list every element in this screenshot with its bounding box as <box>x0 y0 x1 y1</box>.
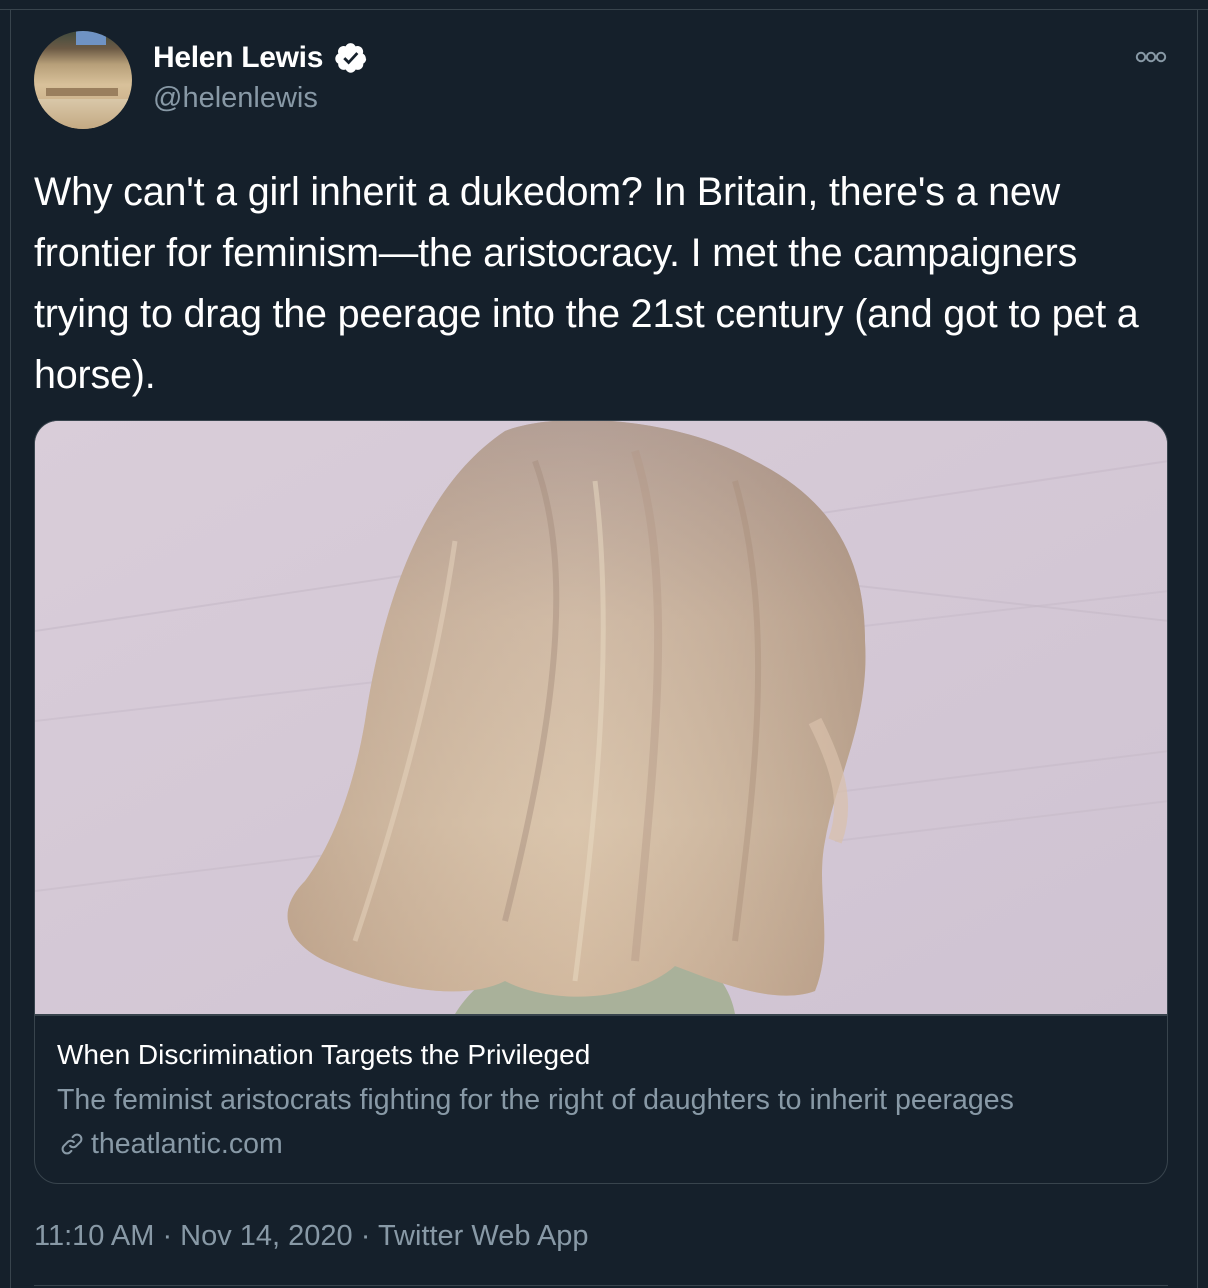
card-domain[interactable]: theatlantic.com <box>57 1127 283 1161</box>
author-name[interactable]: Helen Lewis <box>153 40 323 76</box>
card-image[interactable] <box>35 421 1167 1014</box>
card-title[interactable]: When Discrimination Targets the Privileg… <box>57 1038 590 1072</box>
meta-separator: · <box>154 1220 181 1252</box>
link-icon <box>61 1133 83 1155</box>
more-options-icon[interactable] <box>1130 42 1172 72</box>
avatar[interactable] <box>34 31 132 129</box>
tweet-text: Why can't a girl inherit a dukedom? In B… <box>34 170 1139 397</box>
tweet-source[interactable]: Twitter Web App <box>378 1220 589 1252</box>
tweet-time[interactable]: 11:10 AM <box>34 1220 154 1252</box>
top-divider <box>0 9 1208 10</box>
card-image-artwork <box>35 421 1167 1014</box>
bottom-divider <box>34 1285 1168 1286</box>
verified-badge-icon <box>335 43 367 73</box>
avatar-stage <box>46 88 118 96</box>
card-divider <box>35 1014 1167 1016</box>
tweet-date[interactable]: Nov 14, 2020 <box>180 1220 353 1252</box>
avatar-floor <box>34 99 132 129</box>
link-card[interactable]: When Discrimination Targets the Privileg… <box>34 420 1168 1184</box>
author-handle[interactable]: @helenlewis <box>153 81 318 115</box>
right-border <box>1197 9 1198 1288</box>
card-domain-text[interactable]: theatlantic.com <box>91 1127 283 1161</box>
left-border <box>10 9 11 1288</box>
meta-separator: · <box>352 1220 378 1252</box>
card-description: The feminist aristocrats fighting for th… <box>57 1084 1014 1116</box>
avatar-sky <box>76 31 106 45</box>
tweet-metadata: 11:10 AM · Nov 14, 2020 · Twitter Web Ap… <box>34 1218 589 1254</box>
